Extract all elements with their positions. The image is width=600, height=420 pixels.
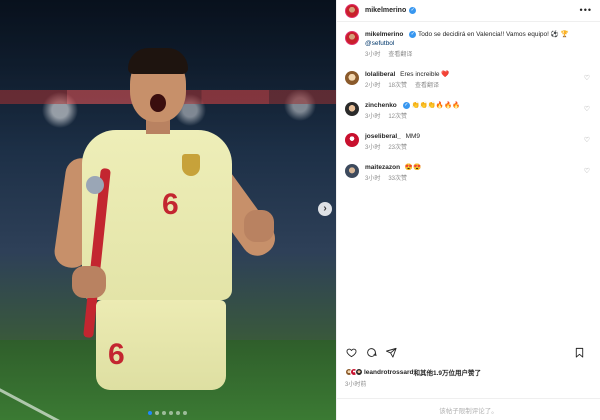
like-heart-icon[interactable] [345,346,357,358]
comment-likes[interactable]: 23次赞 [388,144,407,153]
commenter-avatar[interactable] [345,133,359,147]
like-comment-heart-icon[interactable]: ♡ [584,167,590,175]
like-comment-heart-icon[interactable]: ♡ [584,136,590,144]
like-comment-heart-icon[interactable]: ♡ [584,74,590,82]
comment-item: maitezazon 😍😍 3小时 33次赞 ♡ [345,163,592,184]
caption-meta: 3小时 查看翻译 [365,51,569,60]
comment-time: 3小时 [365,114,381,120]
comment-meta: 2小时 18次赞 查看翻译 [365,82,449,91]
commenter-avatar[interactable] [345,164,359,178]
caption-mention[interactable]: @sefutbol [365,40,394,47]
comment-meta: 3小时 33次赞 [365,175,421,184]
comments-limited-notice: 该帖子限制评论了。 [337,398,600,420]
verified-badge-icon: ✓ [409,30,417,38]
comment-item: zinchenko ✓ 👏👏👏🔥🔥🔥 3小时 12次赞 ♡ [345,101,592,122]
pitch-line [0,386,76,420]
comment-likes[interactable]: 18次赞 [388,82,407,91]
player-figure: 6 6 [52,48,282,420]
comments-list: mikelmerino ✓ Todo se decidirá en Valenci… [337,22,600,184]
post-photo[interactable]: 6 6 › [0,0,336,420]
comment-text: Eres increible ❤️ [400,71,450,78]
comment-meta: 3小时 23次赞 [365,144,420,153]
author-avatar[interactable] [345,31,359,45]
author-avatar[interactable] [345,3,359,18]
liker-avatars [345,368,363,376]
crest-badge [182,154,200,176]
caption-text: Todo se decidirá en Valencia!! Vamos equ… [418,31,569,38]
comment-username[interactable]: joseliberal_ [365,133,401,140]
player-left-fist [72,266,106,298]
comment-text: 👏👏👏🔥🔥🔥 [411,102,461,109]
commenter-avatar[interactable] [345,71,359,85]
verified-badge-icon: ✓ [409,7,417,14]
comment-text: 😍😍 [404,164,422,171]
liker-avatar [355,368,363,376]
caption: mikelmerino ✓ Todo se decidirá en Valenci… [345,30,592,60]
comment-time: 3小时 [365,145,381,151]
comment-time: 3小时 [365,176,381,182]
caption-username[interactable]: mikelmerino [365,31,403,38]
post-header: mikelmerino ✓ ••• [337,0,600,22]
like-comment-heart-icon[interactable]: ♡ [584,105,590,113]
carousel-dot [162,411,166,415]
player-mouth [150,94,166,112]
comment-likes[interactable]: 33次赞 [388,175,407,184]
player-hair [128,48,188,74]
sleeve-patch [86,176,104,194]
player-right-fist [244,210,274,242]
comment-bubble-icon[interactable] [365,346,377,358]
more-options-icon[interactable]: ••• [580,5,592,15]
carousel-dot [148,411,152,415]
carousel-dot [176,411,180,415]
caption-time: 3小时 [365,52,381,58]
likes-text: 和其他1.9万位用户赞了 [413,370,482,377]
carousel-dot [183,411,187,415]
comment-time: 2小时 [365,83,381,89]
next-slide-icon[interactable]: › [318,202,332,216]
jersey-number: 6 [162,188,179,221]
carousel-dot [169,411,173,415]
post-action-bar [345,345,593,359]
comment-likes[interactable]: 12次赞 [388,113,407,122]
post-timestamp: 3小时前 [345,382,367,388]
comment-item: lolaliberal Eres increible ❤️ 2小时 18次赞 查… [345,70,592,91]
comment-username[interactable]: maitezazon [365,164,400,171]
commenter-avatar[interactable] [345,102,359,116]
save-bookmark-icon[interactable] [573,346,585,358]
verified-badge-icon: ✓ [402,101,410,109]
liker-username[interactable]: leandrotrossard [364,369,414,376]
comment-username[interactable]: zinchenko [365,102,397,109]
see-translation-link[interactable]: 查看翻译 [388,51,412,60]
author-username[interactable]: mikelmerino [365,7,406,14]
comment-text: MM9 [405,133,421,140]
carousel-dot [155,411,159,415]
see-translation-link[interactable]: 查看翻译 [415,82,439,91]
comment-username[interactable]: lolaliberal [365,71,395,78]
comment-item: joseliberal_ MM9 3小时 23次赞 ♡ [345,132,592,153]
post-side-panel: mikelmerino ✓ ••• mikelmerino ✓ Todo se d… [336,0,600,420]
shorts-number: 6 [108,338,125,371]
likes-summary[interactable]: leandrotrossard 和其他1.9万位用户赞了 [345,367,481,377]
carousel-dots [148,411,187,415]
instagram-post-view: 6 6 › mikelmerino ✓ ••• mikelmerino ✓ To… [0,0,600,420]
share-paper-plane-icon[interactable] [385,346,397,358]
comment-meta: 3小时 12次赞 [365,113,460,122]
